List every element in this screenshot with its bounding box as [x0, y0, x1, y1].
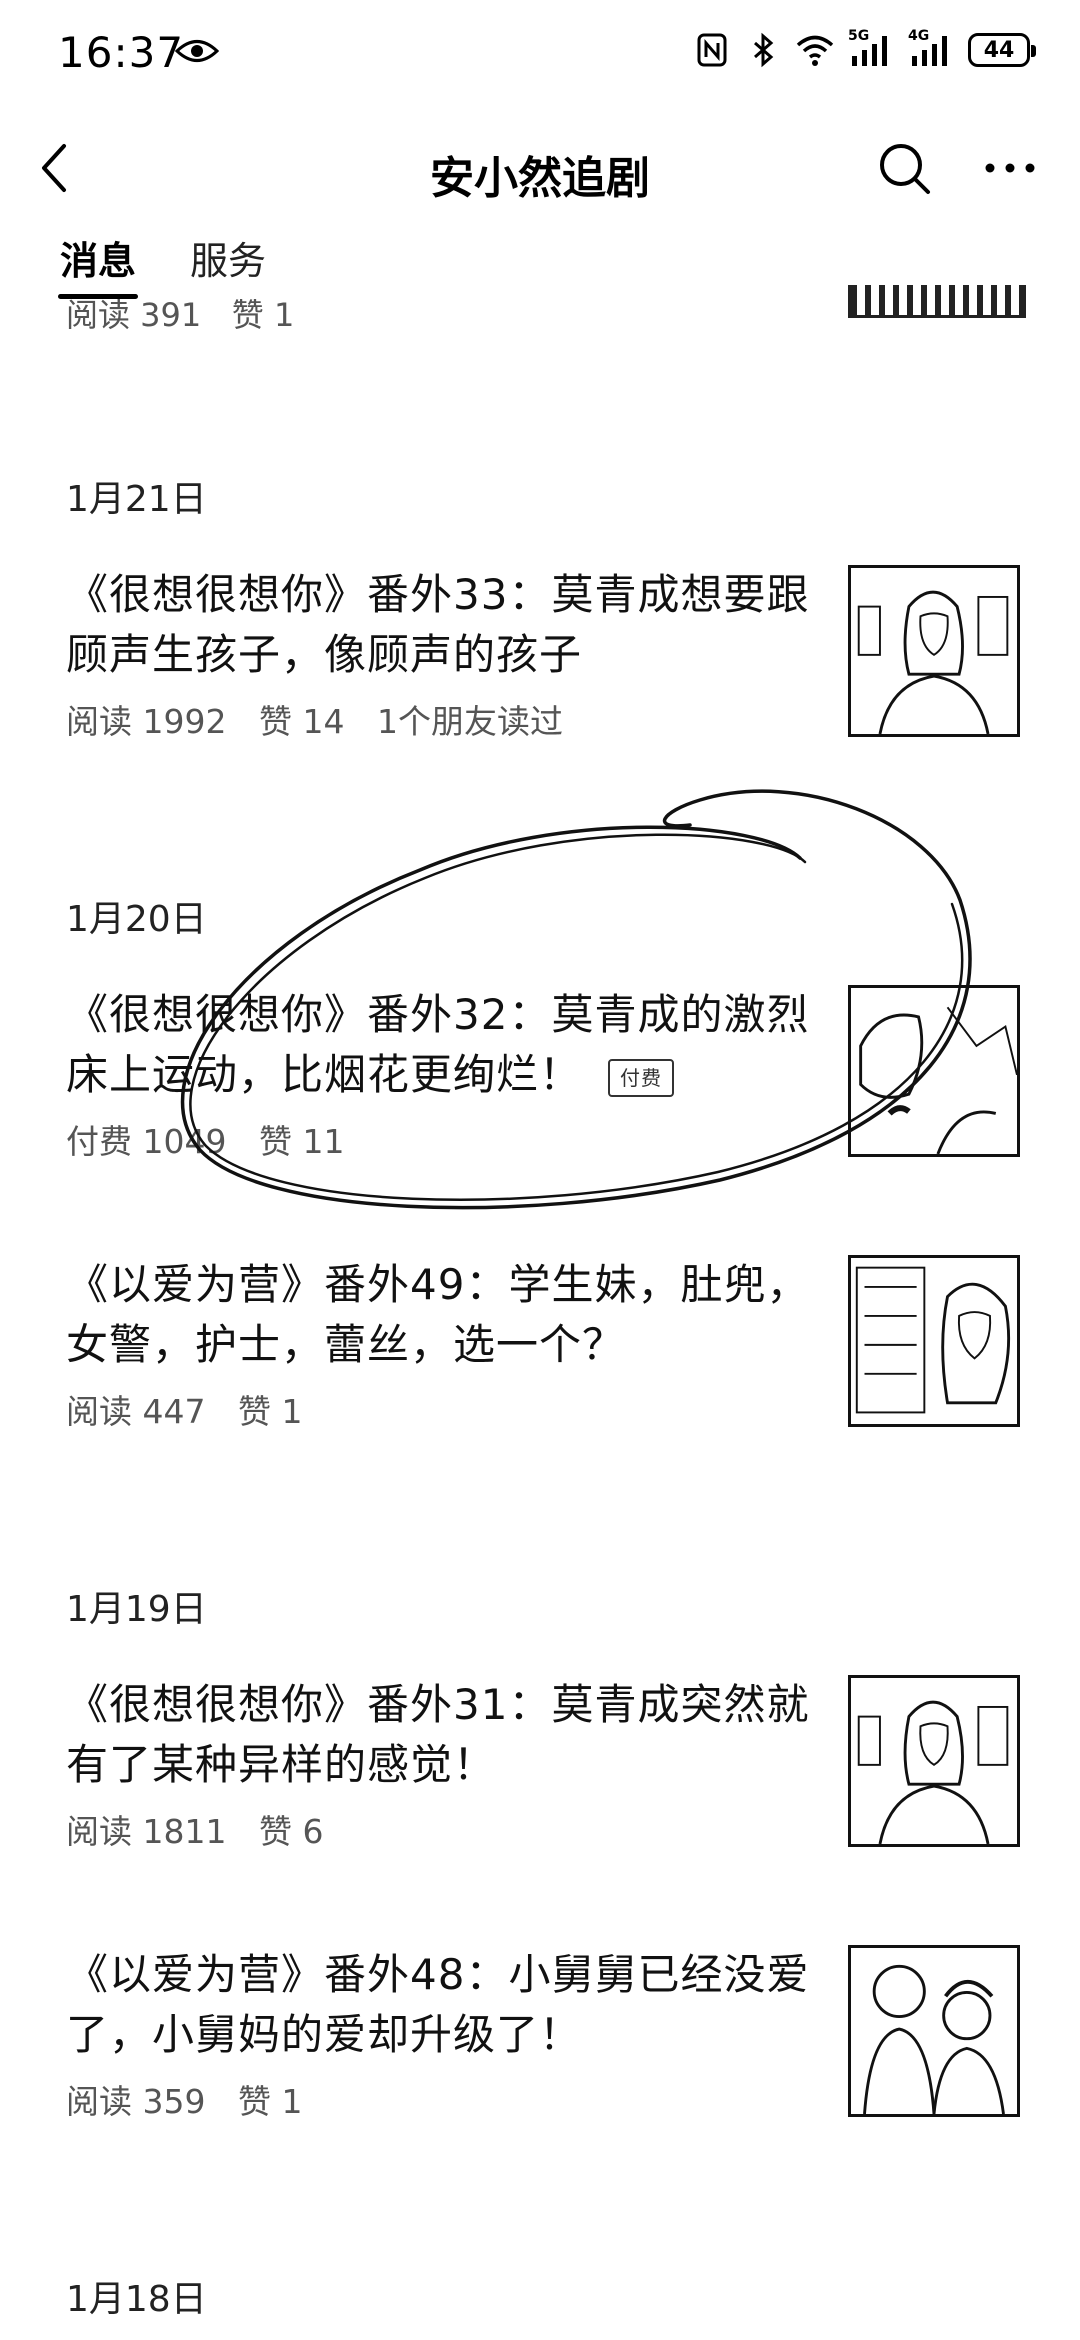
- article-thumbnail: [848, 1945, 1020, 2117]
- wifi-icon: [796, 35, 834, 66]
- tab-services[interactable]: 服务: [190, 230, 266, 285]
- article-title: 《以爱为营》番外49：学生妹，肚兜，女警，护士，蕾丝，选一个？: [66, 1260, 810, 1369]
- app-header: 安小然追剧: [0, 120, 1080, 225]
- article-meta: 阅读 447 赞 1: [66, 1385, 324, 1433]
- date-header: 1月19日: [66, 1589, 207, 1630]
- article-thumbnail: [848, 985, 1020, 1157]
- nfc-icon: [697, 33, 727, 67]
- article-item[interactable]: 《以爱为营》番外49：学生妹，肚兜，女警，护士，蕾丝，选一个？ 阅读 447 赞…: [66, 1255, 1020, 1435]
- article-item[interactable]: 《很想很想你》番外31：莫青成突然就有了某种异样的感觉！ 阅读 1811 赞 6: [66, 1675, 1020, 1855]
- status-time: 16:37: [58, 28, 185, 77]
- article-thumbnail: [848, 565, 1020, 737]
- eye-icon: [175, 40, 219, 62]
- tab-messages[interactable]: 消息: [57, 230, 139, 299]
- article-item[interactable]: 《很想很想你》番外33：莫青成想要跟顾声生孩子，像顾声的孩子 阅读 1992 赞…: [66, 565, 1020, 745]
- date-header: 1月18日: [66, 2279, 207, 2320]
- read-count: 阅读 1811: [66, 1812, 227, 1851]
- signal-5g-icon: 5G: [848, 28, 896, 68]
- partial-item-meta: 阅读 391 赞 1: [66, 296, 295, 334]
- article-thumbnail: [848, 1675, 1020, 1847]
- like-count: 赞 11: [258, 1122, 345, 1161]
- article-thumbnail: [848, 1255, 1020, 1427]
- article-title: 《很想很想你》番外33：莫青成想要跟顾声生孩子，像顾声的孩子: [66, 570, 810, 679]
- read-count: 阅读 359: [66, 2082, 206, 2121]
- article-meta: 阅读 1811 赞 6: [66, 1805, 345, 1853]
- like-count: 赞 14: [258, 702, 345, 741]
- like-count: 赞 6: [258, 1812, 324, 1851]
- battery-icon: 44: [968, 33, 1036, 67]
- paid-badge: 付费: [608, 1058, 675, 1097]
- signal-4g-icon: 4G: [908, 28, 956, 68]
- paid-count: 付费 1049: [66, 1122, 227, 1161]
- read-count: 阅读 1992: [66, 702, 227, 741]
- like-count: 赞 1: [237, 1392, 303, 1431]
- article-title: 《很想很想你》番外31：莫青成突然就有了某种异样的感觉！: [66, 1680, 810, 1789]
- date-header: 1月20日: [66, 899, 207, 940]
- article-item[interactable]: 《以爱为营》番外48：小舅舅已经没爱了，小舅妈的爱却升级了！ 阅读 359 赞 …: [66, 1945, 1020, 2125]
- friends-read: 1个朋友读过: [376, 702, 563, 741]
- partial-thumbnail[interactable]: [848, 285, 1026, 318]
- article-item[interactable]: 《很想很想你》番外32：莫青成的激烈床上运动，比烟花更绚烂！ 付费 付费 1049…: [66, 985, 1020, 1165]
- tab-bar: 消息 服务: [0, 230, 1080, 299]
- article-meta: 阅读 359 赞 1: [66, 2075, 324, 2123]
- article-title: 《以爱为营》番外48：小舅舅已经没爱了，小舅妈的爱却升级了！: [66, 1950, 810, 2059]
- date-header: 1月21日: [66, 479, 207, 520]
- article-meta: 阅读 1992 赞 14 1个朋友读过: [66, 695, 585, 743]
- read-count: 阅读 447: [66, 1392, 206, 1431]
- article-title: 《很想很想你》番外32：莫青成的激烈床上运动，比烟花更绚烂！ 付费: [66, 990, 810, 1099]
- search-icon[interactable]: [876, 140, 932, 196]
- status-bar: 16:37 5G 4G 44: [0, 0, 1080, 110]
- battery-level: 44: [983, 37, 1015, 63]
- article-meta: 付费 1049 赞 11: [66, 1115, 366, 1163]
- like-count: 赞 1: [237, 2082, 303, 2121]
- more-horizontal-icon[interactable]: [980, 140, 1040, 196]
- bluetooth-icon: [754, 32, 774, 68]
